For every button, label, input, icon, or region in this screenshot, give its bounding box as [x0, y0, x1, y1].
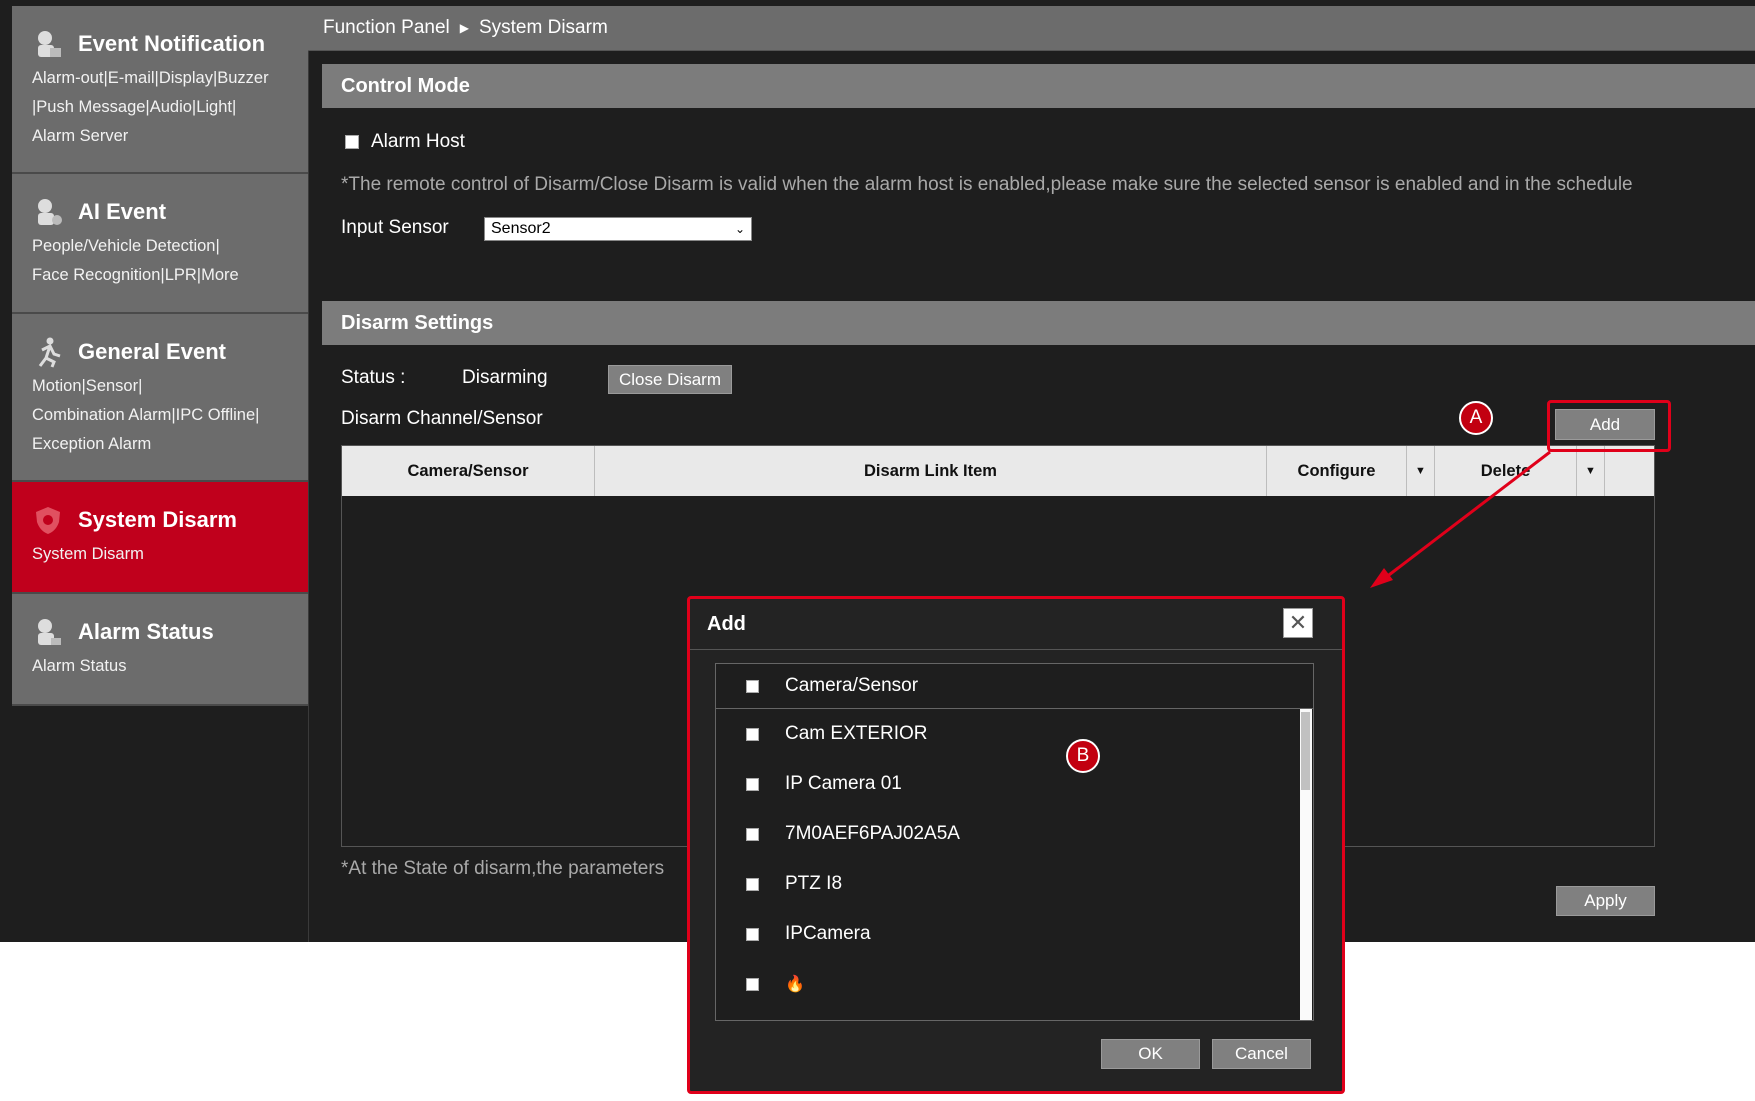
- annotation-badge-b: B: [1066, 739, 1100, 773]
- dialog-highlight-box: [687, 596, 1345, 1094]
